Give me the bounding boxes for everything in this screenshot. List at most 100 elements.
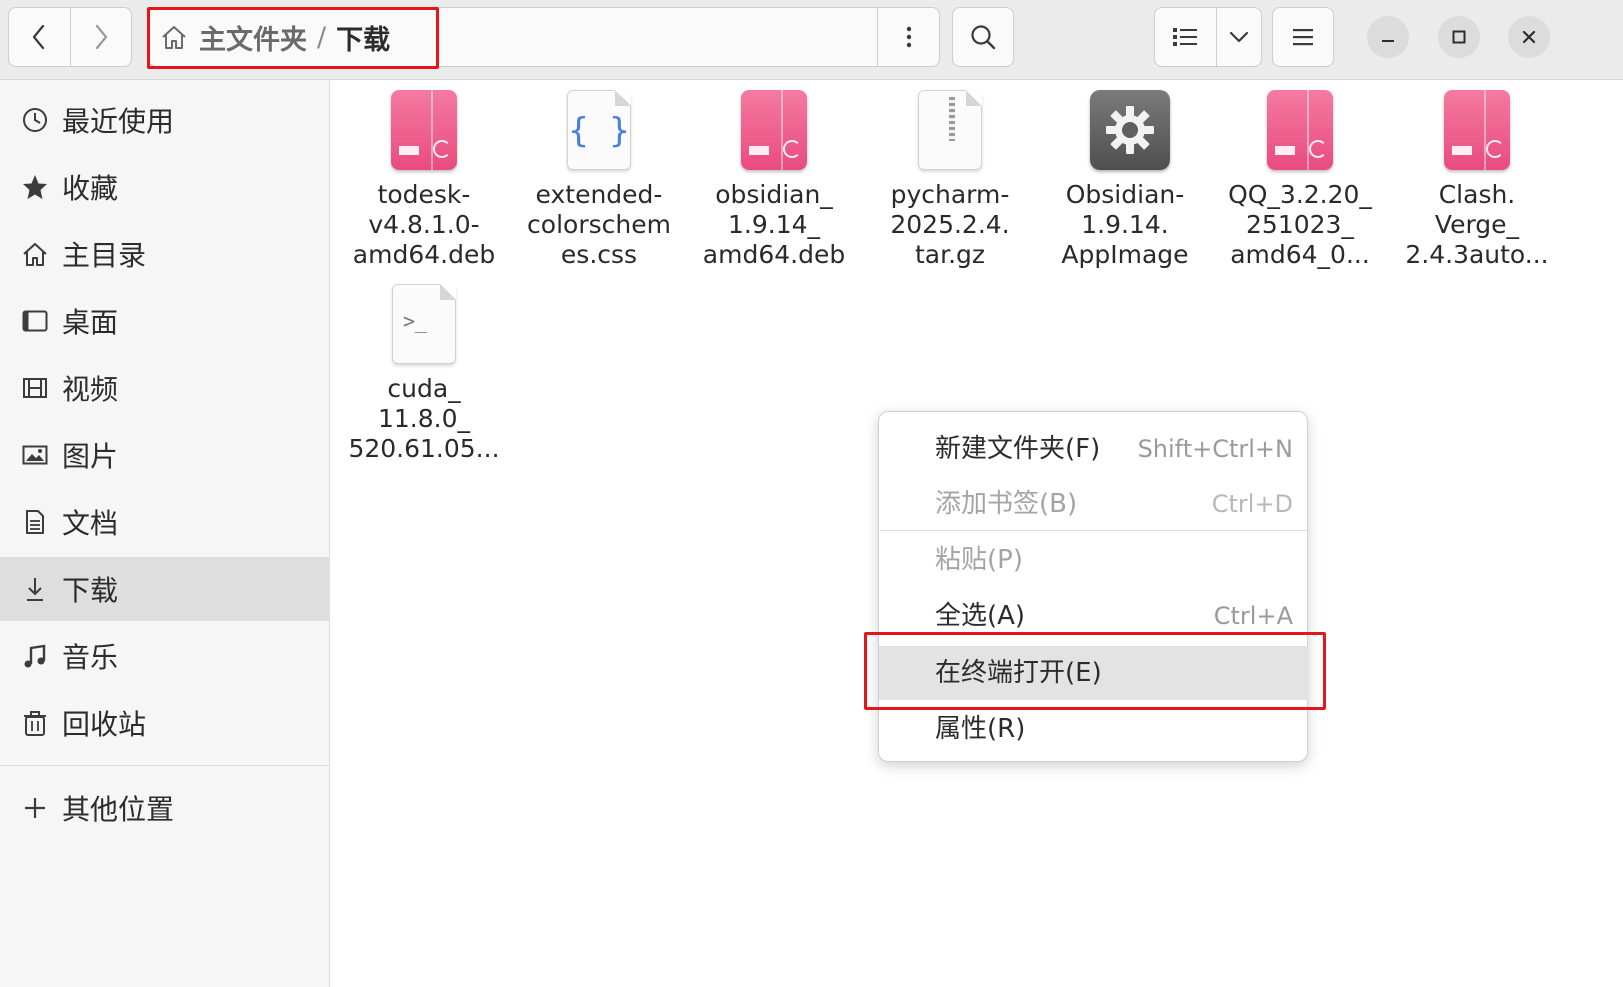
- vertical-dots-icon: [906, 26, 911, 48]
- file-item[interactable]: Clash. Verge_ 2.4.3auto...: [1392, 90, 1562, 270]
- sidebar-divider: [0, 765, 330, 766]
- sidebar-item-label: 收藏: [62, 172, 119, 205]
- menu-item-paste[interactable]: 粘贴(P): [879, 533, 1309, 587]
- file-item[interactable]: >_ cuda_ 11.8.0_ 520.61.05...: [339, 284, 509, 464]
- file-item[interactable]: pycharm- 2025.2.4. tar.gz: [865, 90, 1035, 270]
- sidebar-item-videos[interactable]: 视频: [0, 356, 330, 420]
- annotation-highlight-menu: [864, 632, 1326, 710]
- appimage-gear-icon: [1090, 90, 1170, 174]
- sidebar-item-downloads[interactable]: 下载: [0, 557, 330, 621]
- minimize-button[interactable]: [1367, 16, 1409, 58]
- desktop-icon: [18, 304, 52, 338]
- file-name-line: Verge_: [1434, 210, 1520, 239]
- sidebar-item-pictures[interactable]: 图片: [0, 423, 330, 487]
- download-icon: [18, 572, 52, 606]
- menu-separator: [880, 530, 1308, 531]
- sidebar-item-label: 视频: [62, 373, 119, 406]
- sidebar-item-other-locations[interactable]: 其他位置: [0, 776, 330, 840]
- file-name: Clash. Verge_ 2.4.3auto...: [1392, 180, 1562, 270]
- menu-item-add-bookmark[interactable]: 添加书签(B) Ctrl+D: [879, 477, 1309, 531]
- deb-package-icon: [1265, 90, 1335, 174]
- file-name-line: obsidian_: [715, 180, 833, 209]
- sidebar-item-label: 主目录: [62, 239, 147, 272]
- file-name-line: colorschem: [527, 210, 671, 239]
- sidebar-item-label: 下载: [62, 574, 119, 607]
- deb-package-icon: [389, 90, 459, 174]
- file-name-line: 1.9.14.: [1081, 210, 1169, 239]
- file-item[interactable]: obsidian_ 1.9.14_ amd64.deb: [689, 90, 859, 270]
- search-icon: [971, 25, 996, 50]
- close-button[interactable]: [1508, 16, 1550, 58]
- file-name-line: 520.61.05...: [348, 434, 500, 463]
- file-name: obsidian_ 1.9.14_ amd64.deb: [689, 180, 859, 270]
- menu-item-properties[interactable]: 属性(R): [879, 702, 1309, 756]
- file-name: Obsidian- 1.9.14. AppImage: [1040, 180, 1210, 270]
- file-name-line: 2.4.3auto...: [1405, 240, 1549, 269]
- image-icon: [18, 438, 52, 472]
- close-icon: [1522, 30, 1536, 44]
- forward-button[interactable]: [69, 8, 131, 66]
- maximize-button[interactable]: [1438, 16, 1480, 58]
- view-options-button[interactable]: [1215, 8, 1261, 66]
- document-icon: [18, 505, 52, 539]
- file-name-line: 251023_: [1246, 210, 1354, 239]
- terminal-glyph: >_: [403, 309, 428, 333]
- menu-item-label: 添加书签(B): [935, 489, 1078, 519]
- file-name-line: extended-: [535, 180, 663, 209]
- file-name-line: Clash.: [1438, 180, 1516, 209]
- list-view-button[interactable]: [1155, 8, 1216, 66]
- path-menu-button[interactable]: [877, 8, 939, 66]
- search-button[interactable]: [952, 7, 1014, 67]
- sidebar-item-home[interactable]: 主目录: [0, 222, 330, 286]
- file-name-line: amd64_0...: [1230, 240, 1370, 269]
- file-name-line: 11.8.0_: [377, 404, 471, 433]
- hamburger-icon: [1293, 29, 1313, 46]
- sidebar-item-label: 文档: [62, 507, 119, 540]
- file-name-line: 1.9.14_: [727, 210, 821, 239]
- sidebar-item-label: 桌面: [62, 306, 119, 339]
- main-menu-button[interactable]: [1272, 7, 1334, 67]
- back-button[interactable]: [9, 8, 70, 66]
- file-name-line: 2025.2.4.: [890, 210, 1010, 239]
- menu-item-label: 粘贴(P): [935, 545, 1023, 575]
- sidebar-item-music[interactable]: 音乐: [0, 624, 330, 688]
- star-icon: [18, 170, 52, 204]
- sidebar-item-label: 音乐: [62, 641, 119, 674]
- file-name-line: amd64.deb: [352, 240, 496, 269]
- menu-item-label: 新建文件夹(F): [935, 434, 1101, 464]
- menu-item-shortcut: Shift+Ctrl+N: [1137, 435, 1293, 463]
- sidebar-item-starred[interactable]: 收藏: [0, 155, 330, 219]
- menu-item-new-folder[interactable]: 新建文件夹(F) Shift+Ctrl+N: [879, 422, 1309, 476]
- file-name: cuda_ 11.8.0_ 520.61.05...: [339, 374, 509, 464]
- sidebar-item-label: 最近使用: [62, 105, 175, 138]
- minimize-icon: [1382, 40, 1394, 42]
- trash-icon: [18, 706, 52, 740]
- file-item[interactable]: QQ_3.2.20_ 251023_ amd64_0...: [1215, 90, 1385, 270]
- file-name-line: pycharm-: [890, 180, 1010, 209]
- file-item[interactable]: Obsidian- 1.9.14. AppImage: [1040, 90, 1210, 270]
- sidebar-item-recent[interactable]: 最近使用: [0, 88, 330, 152]
- menu-item-shortcut: Ctrl+D: [1211, 490, 1293, 518]
- deb-package-icon: [739, 90, 809, 174]
- file-name-line: amd64.deb: [702, 240, 846, 269]
- file-name: QQ_3.2.20_ 251023_ amd64_0...: [1215, 180, 1385, 270]
- chevron-left-icon: [33, 24, 45, 50]
- archive-file-icon: [915, 90, 985, 174]
- sidebar-item-desktop[interactable]: 桌面: [0, 289, 330, 353]
- path-bar[interactable]: 主文件夹 / 下载: [147, 7, 940, 69]
- file-name: pycharm- 2025.2.4. tar.gz: [865, 180, 1035, 270]
- sidebar-item-documents[interactable]: 文档: [0, 490, 330, 554]
- file-name: todesk- v4.8.1.0- amd64.deb: [339, 180, 509, 270]
- file-item[interactable]: { } extended- colorschem es.css: [514, 90, 684, 270]
- chevron-down-icon: [1229, 31, 1249, 43]
- music-icon: [18, 639, 52, 673]
- sidebar-item-label: 图片: [62, 440, 119, 473]
- film-icon: [18, 371, 52, 405]
- sidebar-item-trash[interactable]: 回收站: [0, 691, 330, 755]
- script-file-icon: >_: [389, 284, 459, 368]
- file-item[interactable]: todesk- v4.8.1.0- amd64.deb: [339, 90, 509, 270]
- list-view-icon: [1173, 28, 1198, 46]
- header-bar: 主文件夹 / 下载: [0, 0, 1623, 80]
- navigation-buttons: [8, 7, 132, 67]
- home-icon: [18, 237, 52, 271]
